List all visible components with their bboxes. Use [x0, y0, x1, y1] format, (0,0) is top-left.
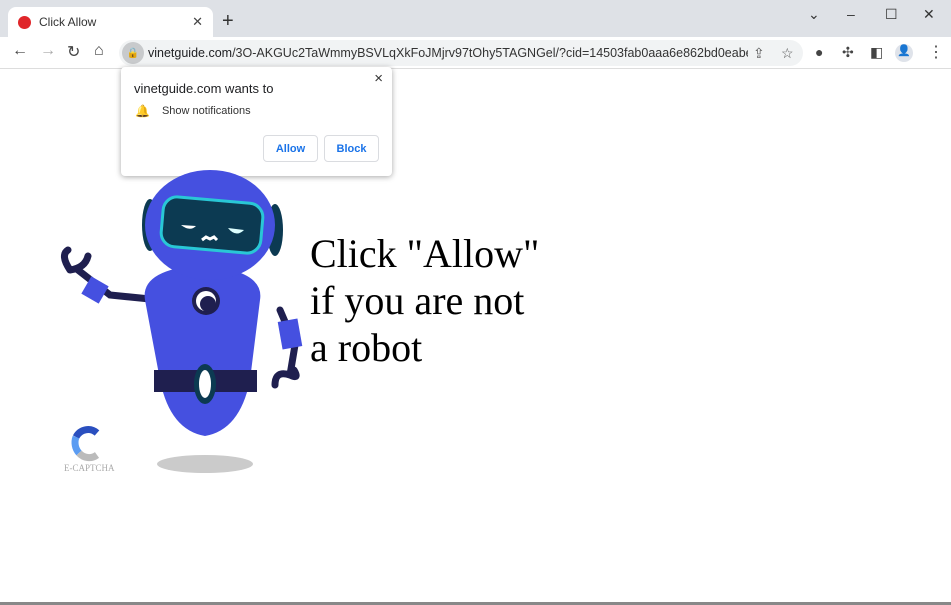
headline: Click "Allow" if you are not a robot	[310, 230, 539, 371]
notification-permission-popup: vinetguide.com wants to × 🔔 Show notific…	[121, 67, 392, 176]
permission-row: 🔔 Show notifications	[135, 104, 251, 118]
allow-button[interactable]: Allow	[263, 135, 318, 162]
close-window-button[interactable]: ✕	[923, 6, 935, 23]
url-domain: vinetguide.com	[148, 46, 233, 60]
side-panel-icon[interactable]: ◧	[870, 44, 883, 61]
permission-label: Show notifications	[161, 105, 251, 117]
robot-visor	[159, 195, 265, 255]
lock-icon[interactable]: 🔒	[122, 42, 144, 64]
tab-title: Click Allow	[39, 15, 97, 29]
tab-click-allow[interactable]: Click Allow ✕	[8, 7, 213, 37]
popup-title: vinetguide.com wants to	[134, 81, 274, 96]
share-icon[interactable]: ⇪	[753, 45, 765, 62]
block-button[interactable]: Block	[324, 135, 379, 162]
back-icon[interactable]: ←	[12, 42, 28, 60]
headline-line: if you are not	[310, 278, 525, 323]
extensions-puzzle-icon[interactable]: ✣	[842, 44, 854, 61]
menu-icon[interactable]: ⋮	[928, 42, 944, 62]
url-path: /3O-AKGUc2TaWmmyBSVLqXkFoJMjrv97tOhy5TAG…	[232, 46, 748, 60]
bookmark-star-icon[interactable]: ☆	[781, 45, 794, 62]
bell-icon: 🔔	[135, 104, 150, 118]
address-bar[interactable]: 🔒 vinetguide.com/3O-AKGUc2TaWmmyBSVLqXkF…	[119, 40, 803, 66]
popup-close-icon[interactable]: ×	[374, 70, 383, 87]
e-captcha-logo-icon	[71, 426, 100, 462]
tab-bar: Click Allow ✕ + ⌄ – ☐ ✕	[0, 0, 951, 37]
url-text: vinetguide.com/3O-AKGUc2TaWmmyBSVLqXkFoJ…	[148, 46, 748, 60]
tab-search-icon[interactable]: ⌄	[808, 6, 820, 23]
extension-icon[interactable]: ●	[815, 44, 823, 60]
new-tab-button[interactable]: +	[222, 10, 234, 33]
forward-icon[interactable]: →	[40, 42, 56, 60]
toolbar: ← → ↻ ⌂ 🔒 vinetguide.com/3O-AKGUc2TaWmmy…	[0, 37, 951, 69]
favicon-icon	[18, 15, 31, 29]
maximize-button[interactable]: ☐	[885, 6, 898, 23]
home-icon[interactable]: ⌂	[94, 42, 104, 60]
logo-text: E-CAPTCHA	[64, 463, 115, 473]
profile-avatar-icon[interactable]: 👤	[895, 44, 913, 62]
reload-icon[interactable]: ↻	[67, 42, 80, 62]
minimize-button[interactable]: –	[847, 6, 855, 22]
headline-line: Click "Allow"	[310, 231, 540, 276]
headline-line: a robot	[310, 325, 423, 370]
tab-close-icon[interactable]: ✕	[192, 14, 203, 30]
robot-shadow	[157, 455, 253, 473]
